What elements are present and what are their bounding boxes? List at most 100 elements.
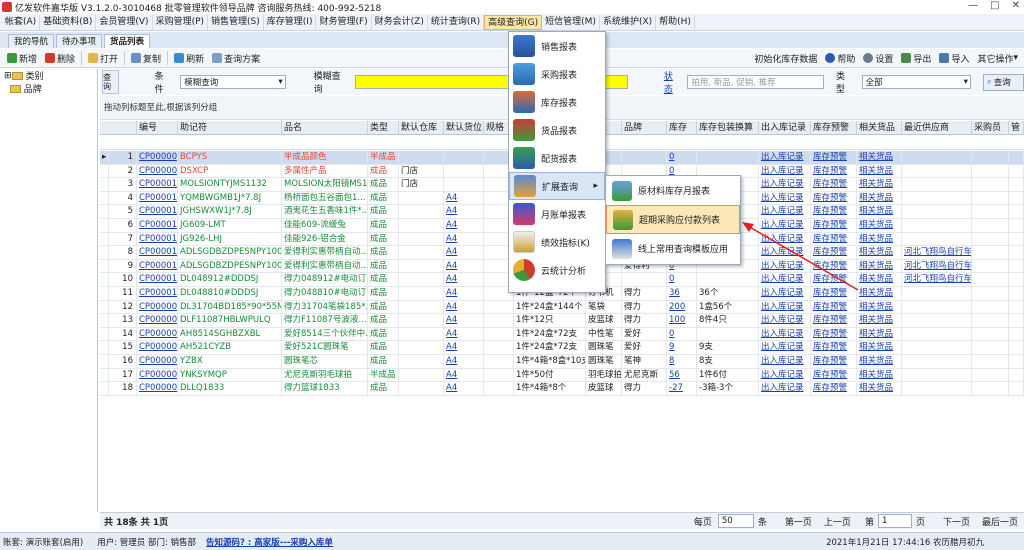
cell-code[interactable]: CP000011 <box>137 273 178 287</box>
cell-related-link[interactable]: 相关货品 <box>857 218 902 232</box>
cell-location[interactable]: A4 <box>444 300 484 314</box>
cell-stock[interactable]: -27 <box>667 382 697 396</box>
cell-related-link[interactable]: 相关货品 <box>857 382 902 396</box>
cell-related-link[interactable]: 相关货品 <box>857 314 902 328</box>
table-row[interactable]: 13CP000008DLF11087HBLWPULQ得力F11087号波液...… <box>100 314 1024 328</box>
cell-location[interactable]: A4 <box>444 232 484 246</box>
table-row[interactable]: 14CP000007AH8514SGHBZXBL爱好8514三个伙伴中...成品… <box>100 327 1024 342</box>
menu-item-monthly-statement[interactable]: 月账单报表 <box>509 200 605 228</box>
cell-supplier[interactable]: 河北飞翔鸟自行车 <box>902 259 972 273</box>
cell-related-link[interactable]: 相关货品 <box>857 232 902 246</box>
promo-link[interactable]: 告知源码? : 高家版---采购入库单 <box>206 536 333 548</box>
cell-io-link[interactable]: 出入库记录 <box>759 314 811 328</box>
cell-code[interactable]: CP000013 <box>137 246 178 260</box>
cell-io-link[interactable]: 出入库记录 <box>759 246 811 260</box>
tag-filter-input[interactable]: 拍用, 新品, 促销, 推荐 <box>687 75 824 89</box>
cell-location[interactable] <box>444 151 484 164</box>
cell-warning-link[interactable]: 库存预警 <box>811 246 857 260</box>
cell-io-link[interactable]: 出入库记录 <box>759 218 811 232</box>
cell-supplier[interactable]: 河北飞翔鸟自行车 <box>902 273 972 287</box>
menu-member[interactable]: 会员管理(V) <box>96 14 153 30</box>
cell-io-link[interactable]: 出入库记录 <box>759 191 811 205</box>
menu-sales[interactable]: 销售管理(S) <box>208 14 264 30</box>
cell-code[interactable]: CP000001 <box>137 382 178 396</box>
cell-io-link[interactable]: 出入库记录 <box>759 341 811 355</box>
cell-code[interactable]: CP000008 <box>137 314 178 328</box>
cell-supplier[interactable] <box>902 354 972 368</box>
refresh-button[interactable]: 刷新 <box>170 50 208 66</box>
cell-warning-link[interactable]: 库存预警 <box>811 218 857 232</box>
submenu-raw-material-monthly[interactable]: 原材料库存月报表 <box>606 176 740 205</box>
cell-code[interactable]: CP000003 <box>137 368 178 382</box>
cell-io-link[interactable]: 出入库记录 <box>759 178 811 192</box>
cell-stock[interactable]: 0 <box>667 327 697 341</box>
cell-supplier[interactable] <box>902 151 972 164</box>
menu-help[interactable]: 帮助(H) <box>656 14 695 30</box>
cell-warning-link[interactable]: 库存预警 <box>811 232 857 246</box>
delete-button[interactable]: 删除 <box>41 50 79 66</box>
status-link[interactable]: 状态 <box>664 69 682 95</box>
col-header[interactable]: 最近供应商 <box>902 121 972 135</box>
cell-code[interactable]: CP000002 <box>137 151 178 164</box>
cell-location[interactable]: A4 <box>444 327 484 341</box>
page-input[interactable]: 1 <box>877 514 912 528</box>
cell-related-link[interactable]: 相关货品 <box>857 286 902 300</box>
cell-related-link[interactable]: 相关货品 <box>857 327 902 341</box>
col-header[interactable]: 库存包装换算 <box>697 121 759 135</box>
cell-warning-link[interactable]: 库存预警 <box>811 151 857 164</box>
import-button[interactable]: 导入 <box>935 50 973 66</box>
submenu-overdue-payables[interactable]: 超期采购应付款列表 <box>606 205 740 234</box>
cell-io-link[interactable]: 出入库记录 <box>759 368 811 382</box>
table-row[interactable]: 12CP000009DL31704BD185*90*55MM得力31704笔袋1… <box>100 300 1024 315</box>
cell-supplier[interactable] <box>902 286 972 300</box>
type-select[interactable]: 全部 ▾ <box>861 75 971 89</box>
cell-code[interactable]: CP000006 <box>137 341 178 355</box>
col-header[interactable]: 库存 <box>667 121 697 135</box>
tab-product-list[interactable]: 货品列表 <box>104 34 151 48</box>
other-actions-button[interactable]: 其它操作 ▾ <box>973 50 1022 66</box>
menu-item-inventory-report[interactable]: 库存报表 <box>509 88 605 116</box>
menu-sms[interactable]: 短信管理(M) <box>542 14 600 30</box>
cell-stock[interactable]: 36 <box>667 286 697 300</box>
query-toggle-button[interactable]: 查询 <box>102 70 119 94</box>
cell-io-link[interactable]: 出入库记录 <box>759 382 811 396</box>
init-stock-button[interactable]: 初始化库存数据 <box>750 50 821 66</box>
menu-inventory[interactable]: 库存管理(I) <box>264 14 317 30</box>
table-row[interactable]: 16CP000005YZBX圆珠笔芯成品A41件*4箱*8盒*10支圆珠笔笔神8… <box>100 354 1024 369</box>
table-row[interactable]: 17CP000003YNKSYMQP尤尼克斯羽毛球拍半成品 A4 1件*50付羽毛球… <box>100 368 1024 383</box>
search-submit-button[interactable]: ⌕ 查询 <box>982 73 1024 91</box>
cell-stock[interactable]: 0 <box>667 273 697 287</box>
cell-supplier[interactable] <box>902 205 972 219</box>
cell-supplier[interactable] <box>902 191 972 205</box>
next-page-button[interactable]: 下一页 <box>943 515 970 528</box>
cell-code[interactable]: CP000005 <box>137 354 178 368</box>
col-header[interactable]: 助记符 <box>178 121 282 135</box>
cell-location[interactable]: A4 <box>444 205 484 219</box>
cell-io-link[interactable]: 出入库记录 <box>759 151 811 164</box>
col-header[interactable]: 库存预警 <box>811 121 857 135</box>
col-header[interactable]: 采购员 <box>972 121 1009 135</box>
cell-warning-link[interactable]: 库存预警 <box>811 205 857 219</box>
cell-supplier[interactable] <box>902 164 972 178</box>
help-button[interactable]: 帮助 <box>821 50 859 66</box>
cell-io-link[interactable]: 出入库记录 <box>759 232 811 246</box>
cell-supplier[interactable] <box>902 300 972 314</box>
cell-warning-link[interactable]: 库存预警 <box>811 191 857 205</box>
cell-location[interactable] <box>444 178 484 192</box>
menu-item-cloud-analysis[interactable]: 云统计分析 <box>509 256 605 284</box>
cell-io-link[interactable]: 出入库记录 <box>759 300 811 314</box>
cell-io-link[interactable]: 出入库记录 <box>759 354 811 368</box>
cell-location[interactable]: A4 <box>444 191 484 205</box>
cell-supplier[interactable] <box>902 341 972 355</box>
tab-navigation[interactable]: 我的导航 <box>8 34 55 48</box>
cell-related-link[interactable]: 相关货品 <box>857 178 902 192</box>
cell-warning-link[interactable]: 库存预警 <box>811 300 857 314</box>
cell-related-link[interactable]: 相关货品 <box>857 151 902 164</box>
menu-item-product-report[interactable]: 货品报表 <box>509 116 605 144</box>
cell-io-link[interactable]: 出入库记录 <box>759 273 811 287</box>
cell-stock[interactable]: 200 <box>667 300 697 314</box>
cell-warning-link[interactable]: 库存预警 <box>811 382 857 396</box>
col-header[interactable]: 编号 <box>137 121 178 135</box>
copy-button[interactable]: 复制 <box>127 50 165 66</box>
cell-code[interactable]: CP000001 <box>137 164 178 178</box>
